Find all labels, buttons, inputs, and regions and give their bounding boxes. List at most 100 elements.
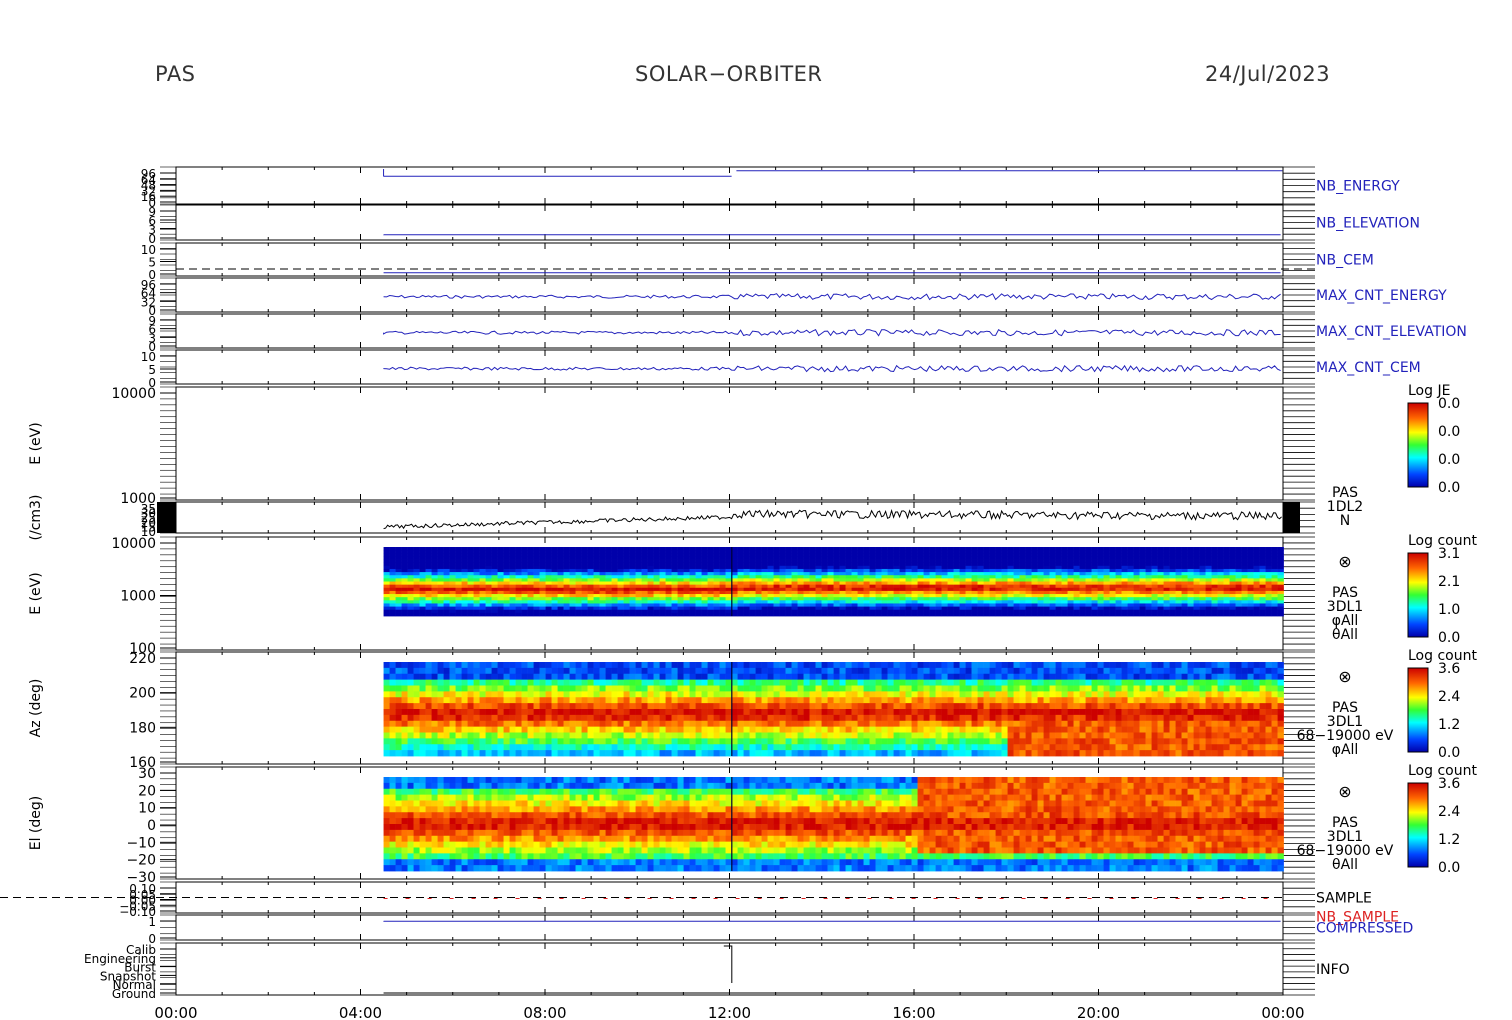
cell	[833, 556, 840, 560]
cell	[401, 606, 408, 611]
cell	[569, 667, 576, 675]
cell	[845, 550, 852, 554]
cell	[881, 578, 888, 582]
cell	[587, 565, 594, 570]
cell	[803, 575, 810, 579]
cell	[893, 559, 900, 564]
cell	[1121, 559, 1128, 564]
cell	[647, 587, 654, 592]
cell	[587, 750, 594, 757]
cell	[773, 584, 780, 589]
cell	[503, 587, 510, 592]
cell	[467, 581, 474, 586]
cell	[425, 609, 432, 614]
cell	[731, 597, 738, 601]
cell	[629, 732, 636, 739]
cell	[929, 547, 936, 551]
cell	[425, 578, 432, 582]
cell	[827, 550, 834, 554]
cell	[809, 575, 816, 579]
cell	[455, 726, 462, 733]
cell	[461, 679, 468, 686]
cell	[473, 709, 480, 716]
cell	[575, 575, 582, 579]
cell	[557, 703, 564, 710]
cell	[383, 709, 390, 716]
cell	[1157, 612, 1164, 617]
cell	[1199, 556, 1206, 560]
cell	[1271, 606, 1278, 611]
cell	[575, 691, 582, 698]
cell	[839, 568, 846, 573]
cell	[491, 606, 498, 611]
cell	[479, 744, 486, 751]
cell	[767, 553, 774, 557]
cell	[695, 562, 702, 567]
cell	[665, 714, 672, 722]
cell	[461, 590, 468, 595]
cell	[515, 750, 522, 757]
cell	[641, 726, 648, 733]
cell	[1217, 581, 1224, 586]
cell	[983, 562, 990, 567]
cell	[731, 578, 738, 582]
cell	[1181, 606, 1188, 611]
cell	[413, 673, 420, 681]
cell	[533, 703, 540, 710]
cell	[479, 750, 486, 757]
cell	[389, 565, 396, 570]
cell	[689, 714, 696, 722]
cell	[389, 547, 396, 551]
cell	[1055, 553, 1062, 557]
cell	[737, 584, 744, 589]
cell	[725, 556, 732, 560]
cell	[557, 697, 564, 704]
cell	[971, 562, 978, 567]
cell	[395, 603, 402, 607]
cell	[551, 697, 558, 704]
cell	[419, 587, 426, 592]
cell	[899, 575, 906, 579]
cell	[869, 612, 876, 617]
cell	[641, 559, 648, 564]
cell	[701, 609, 708, 614]
cell	[473, 597, 480, 601]
cell	[1181, 587, 1188, 592]
cell	[719, 587, 726, 592]
cell	[659, 587, 666, 592]
cell	[1217, 590, 1224, 595]
cell	[1163, 584, 1170, 589]
cell	[1013, 565, 1020, 570]
cell	[581, 685, 588, 692]
cell	[503, 581, 510, 586]
cell	[1025, 612, 1032, 617]
cell	[545, 578, 552, 582]
cell	[1193, 556, 1200, 560]
cell	[953, 612, 960, 617]
cell	[653, 572, 660, 576]
cell	[779, 556, 786, 560]
cell	[671, 547, 678, 551]
cell	[425, 732, 432, 739]
cell	[1217, 612, 1224, 617]
cell	[929, 581, 936, 586]
cell	[635, 732, 642, 739]
cell	[509, 732, 516, 739]
cell	[1139, 568, 1146, 573]
cell	[1169, 606, 1176, 611]
cell	[1043, 550, 1050, 554]
cell	[695, 587, 702, 592]
cell	[989, 584, 996, 589]
cell	[533, 575, 540, 579]
cell	[653, 726, 660, 733]
cell	[395, 550, 402, 554]
cell	[1031, 565, 1038, 570]
cell	[485, 578, 492, 582]
cell	[629, 553, 636, 557]
cell	[1163, 612, 1170, 617]
cell	[1235, 565, 1242, 570]
cell	[521, 587, 528, 592]
cell	[1055, 609, 1062, 614]
cell	[539, 720, 546, 728]
cell	[1067, 603, 1074, 607]
